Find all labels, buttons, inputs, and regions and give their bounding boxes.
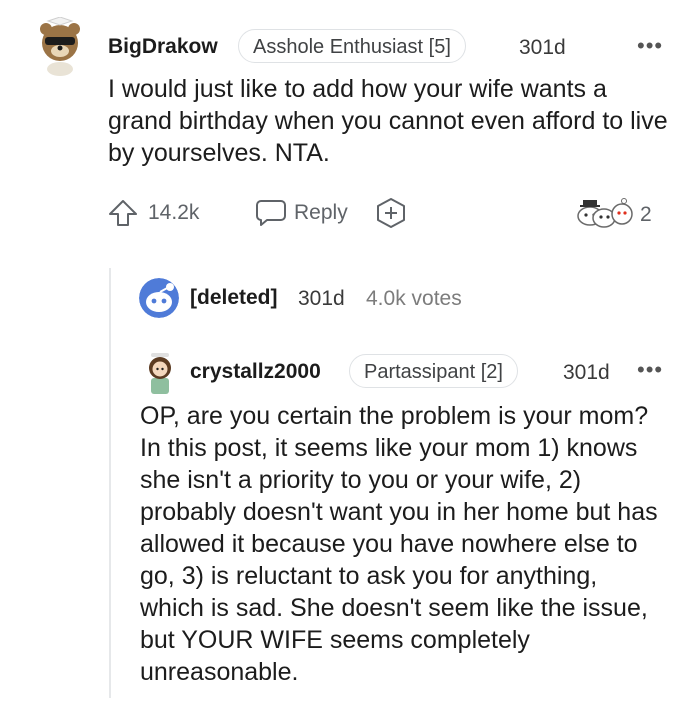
user-flair: Asshole Enthusiast [5] xyxy=(238,29,466,63)
username: [deleted] xyxy=(190,286,278,309)
thread-line[interactable] xyxy=(109,268,111,698)
reply-button[interactable]: Reply xyxy=(255,197,355,229)
snoo-default-avatar-icon xyxy=(139,278,179,318)
vote-count: 14.2k xyxy=(148,201,200,224)
user-flair: Partassipant [2] xyxy=(349,354,518,388)
snoo-awards-icon xyxy=(577,198,633,228)
upvote-arrow-icon xyxy=(109,200,137,226)
awards-summary[interactable]: 2 xyxy=(574,196,664,230)
more-options-icon[interactable]: ••• xyxy=(637,33,663,59)
award-plus-icon[interactable] xyxy=(375,197,407,229)
comment-body: OP, are you certain the problem is your … xyxy=(140,402,658,686)
username[interactable]: BigDrakow xyxy=(108,35,218,59)
vote-count: 4.0k votes xyxy=(366,287,462,310)
avatar xyxy=(139,278,179,318)
timestamp: 301d xyxy=(519,36,566,59)
reply-label: Reply xyxy=(294,201,348,224)
username[interactable]: crystallz2000 xyxy=(190,360,321,384)
timestamp: 301d xyxy=(298,287,345,310)
user-avatar-icon xyxy=(149,353,171,394)
avatar[interactable] xyxy=(38,17,82,77)
bear-avatar-icon xyxy=(40,17,80,76)
more-options-icon[interactable]: ••• xyxy=(637,357,663,383)
comment-body: I would just like to add how your wife w… xyxy=(108,75,668,167)
awards-count: 2 xyxy=(640,203,652,226)
timestamp: 301d xyxy=(563,361,610,384)
upvote-button[interactable]: 14.2k xyxy=(108,197,218,229)
speech-bubble-icon xyxy=(256,200,286,226)
avatar[interactable] xyxy=(143,350,177,394)
